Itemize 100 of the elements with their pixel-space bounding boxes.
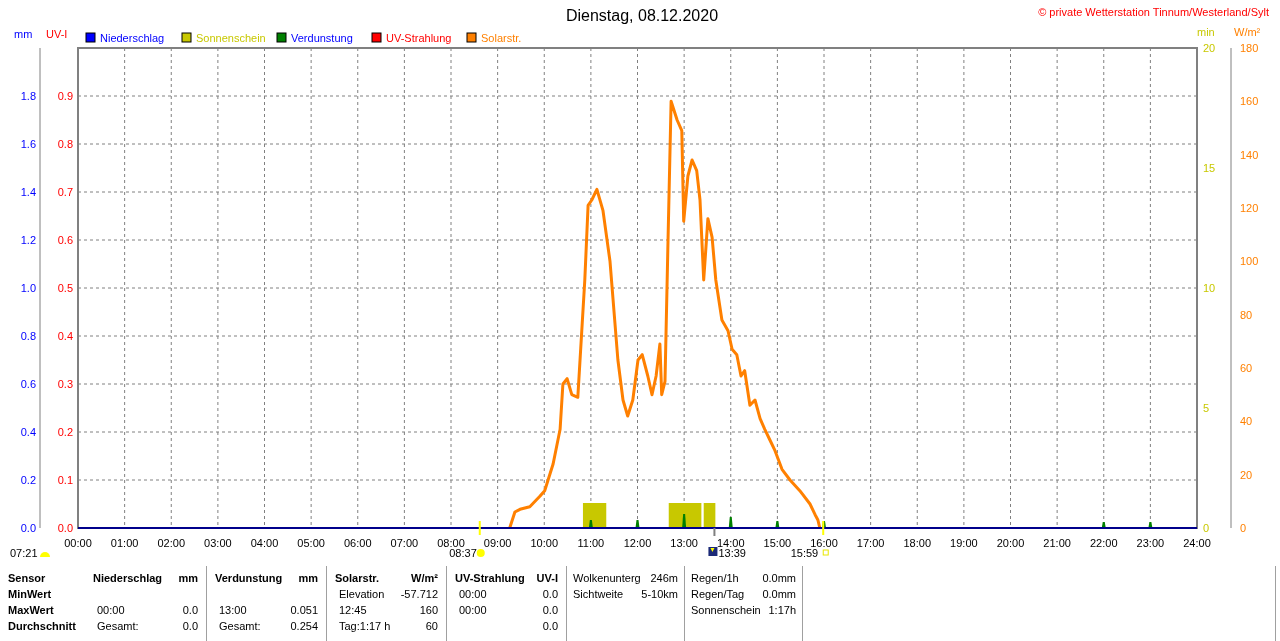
row-label: MaxWert: [8, 603, 55, 618]
axis-tick: [478, 521, 481, 535]
axis-tick-label: 1.8: [20, 90, 36, 102]
evaporation-spike: [682, 514, 687, 528]
axis-tick-label: 40: [1240, 415, 1253, 428]
axis-unit: min: [1197, 26, 1215, 38]
info-value: 246m: [650, 571, 678, 586]
axis-tick-label: 0.8: [57, 138, 73, 150]
hour-label: 15:00: [763, 537, 792, 549]
axis-tick-label: 0.5: [57, 282, 73, 294]
axis-tick-label: 0.1: [57, 474, 73, 486]
info-label: Sonnenschein: [691, 603, 761, 618]
hour-label: 11:00: [577, 537, 605, 549]
chart-title: Dienstag, 08.12.2020: [565, 7, 719, 24]
copyright-text: © private Wetterstation Tinnum/Westerland/Sylt: [1038, 6, 1269, 18]
hour-label: 16:00: [810, 537, 838, 549]
axis-tick-label: 0.9: [57, 90, 73, 102]
time-label: 07:21: [10, 547, 38, 559]
hour-label: 00:00: [64, 537, 92, 549]
table-cell-text: Gesamt:: [96, 619, 139, 634]
legend-label: Sonnenschein: [196, 32, 266, 44]
axis-tick-label: 0.0: [57, 522, 73, 534]
axis-tick: [713, 528, 716, 536]
hour-label: 23:00: [1136, 537, 1165, 549]
info-value: 0.0mm: [762, 587, 796, 602]
axis-tick-label: 1.2: [20, 234, 36, 246]
legend-label: Verdunstung: [291, 32, 353, 44]
axis-tick-label: 140: [1240, 148, 1259, 161]
axis-tick-label: 0: [1240, 522, 1247, 534]
legend-label: Niederschlag: [100, 32, 165, 44]
evaporation-spike: [728, 517, 733, 528]
row-label: MinWert: [8, 587, 53, 602]
table-cell-text: 0.254: [290, 619, 318, 634]
axis-tick-label: 100: [1240, 255, 1259, 268]
hour-label: 08:00: [437, 537, 465, 549]
hour-label: 04:00: [250, 537, 279, 549]
info-label: Sichtweite: [573, 587, 624, 602]
table-cell-text: 0.0: [542, 603, 558, 618]
axis-unit: W/m²: [1234, 26, 1261, 38]
row-label: Sensor: [8, 571, 47, 586]
time-label: 15:59: [790, 547, 819, 559]
axis-tick-label: 120: [1240, 202, 1259, 214]
sun-icon: [476, 549, 485, 557]
hour-label: 09:00: [483, 537, 512, 549]
hour-label: 12:00: [623, 537, 652, 549]
table-cell-text: 0.0: [542, 587, 558, 602]
axis-tick-label: 1.0: [20, 282, 36, 294]
axis-tick-label: 0.6: [57, 234, 73, 246]
hour-label: 19:00: [950, 537, 978, 549]
legend-label: Solarstr.: [481, 32, 522, 44]
axis-tick-label: 10: [1203, 282, 1216, 294]
hour-label: 10:00: [530, 537, 558, 549]
time-label: 13:39: [718, 547, 746, 559]
hour-label: 24:00: [1183, 537, 1211, 549]
info-label: Regen/1h: [691, 571, 739, 586]
axis-tick: [822, 521, 825, 535]
info-value: 5-10km: [641, 587, 678, 602]
axis-tick-label: 0.4: [20, 426, 36, 438]
axis-tick-label: 20: [1240, 468, 1253, 481]
legend-label: UV-Strahlung: [386, 32, 452, 44]
column-header: Niederschlag: [93, 571, 163, 586]
evaporation-spike: [1101, 522, 1106, 528]
unit-label: mm: [178, 571, 198, 586]
sunset-icon: [822, 549, 829, 556]
evaporation-spike: [775, 521, 780, 528]
hour-label: 05:00: [297, 537, 325, 549]
axis-tick-label: 0.3: [57, 378, 73, 390]
unit-label: UV-I: [536, 571, 558, 586]
hour-label: 01:00: [110, 537, 139, 549]
axis-tick-label: 1.6: [20, 138, 36, 150]
row-label: Durchschnitt: [8, 619, 77, 634]
table-cell-text: 00:00: [96, 603, 125, 618]
axis-tick-label: 180: [1240, 42, 1259, 54]
hour-label: 21:00: [1043, 537, 1071, 549]
info-value: 0.0mm: [762, 571, 796, 586]
info-label: Wolkenunterg: [573, 571, 641, 586]
axis-tick-label: 60: [1240, 362, 1253, 374]
axis-tick-label: 0.2: [57, 426, 73, 438]
hour-label: 18:00: [903, 537, 931, 549]
evaporation-spike: [635, 520, 640, 528]
hour-label: 14:00: [717, 537, 745, 549]
axis-unit: mm: [14, 28, 33, 40]
unit-label: mm: [298, 571, 318, 586]
column-header: UV-Strahlung: [455, 571, 525, 586]
unit-label: W/m²: [411, 571, 438, 586]
evaporation-spike: [588, 520, 593, 528]
column-header: Verdunstung: [215, 571, 283, 586]
table-cell-text: 0.051: [290, 603, 318, 618]
axis-unit: UV-I: [46, 28, 68, 40]
axis-tick-label: 0.6: [20, 378, 36, 390]
axis-tick-label: 20: [1203, 42, 1216, 54]
hour-label: 17:00: [856, 537, 885, 549]
table-cell-text: 0.0: [182, 603, 198, 618]
axis-tick-label: 15: [1203, 162, 1216, 174]
table-cell-text: Tag:1:17 h: [338, 619, 391, 634]
half-sun-icon: [40, 552, 50, 557]
column-header: Solarstr.: [335, 571, 380, 586]
table-cell-text: 12:45: [338, 603, 367, 618]
info-label: Regen/Tag: [691, 587, 745, 602]
table-cell-text: -57.712: [400, 587, 438, 602]
